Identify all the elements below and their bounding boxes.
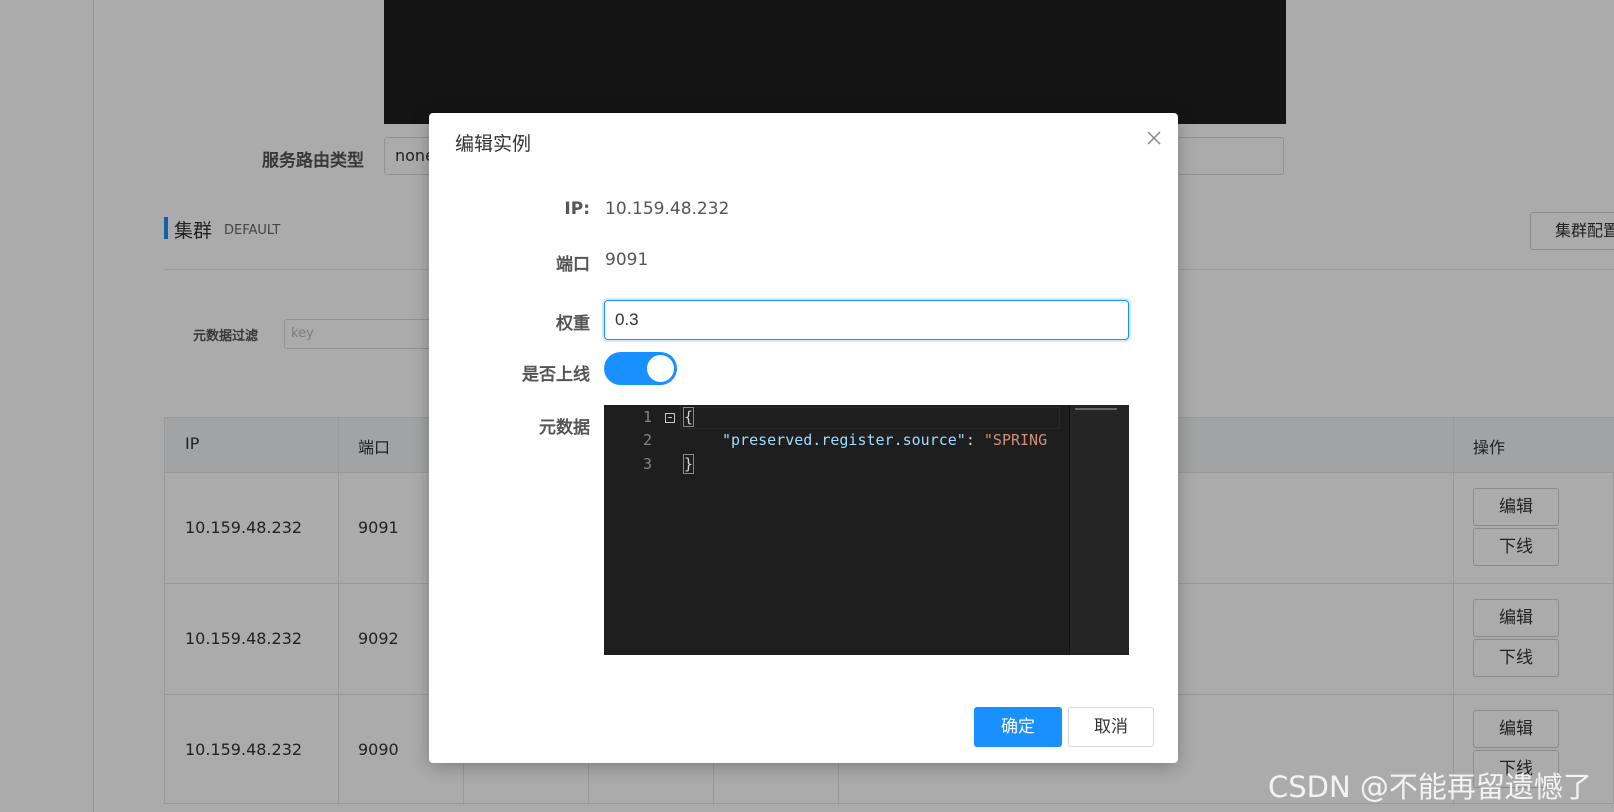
- metadata-label: 元数据: [539, 418, 590, 438]
- close-brace: }: [682, 454, 695, 474]
- minimap-line: [1075, 408, 1117, 410]
- dialog-title: 编辑实例: [455, 133, 532, 155]
- cancel-button[interactable]: 取消: [1068, 707, 1154, 747]
- editor-minimap[interactable]: [1069, 405, 1129, 655]
- port-value: 9091: [605, 250, 649, 270]
- line-number: 1: [642, 408, 652, 426]
- code-line-2: "preserved.register.source": "SPRING: [722, 431, 1047, 449]
- online-label: 是否上线: [522, 365, 590, 385]
- line-number: 3: [642, 455, 652, 473]
- open-brace: {: [682, 407, 695, 427]
- ip-label: IP:: [564, 199, 590, 219]
- current-line-highlight: [680, 407, 1060, 429]
- close-icon[interactable]: [1145, 129, 1163, 147]
- csdn-watermark: CSDN @不能再留遗憾了: [1268, 770, 1592, 804]
- metadata-json-editor[interactable]: 1 2 3 { "preserved.register.source": "SP…: [604, 405, 1129, 655]
- toggle-knob: [647, 355, 674, 382]
- code-line-1: {: [682, 407, 695, 427]
- json-separator: :: [965, 431, 984, 449]
- online-toggle[interactable]: [604, 352, 677, 385]
- ip-value: 10.159.48.232: [605, 199, 730, 219]
- fold-icon[interactable]: [665, 413, 675, 423]
- weight-input[interactable]: [604, 300, 1129, 340]
- edit-instance-dialog: 编辑实例 IP: 10.159.48.232 端口 9091 权重 是否上线 元…: [429, 113, 1178, 763]
- confirm-button[interactable]: 确定: [974, 707, 1062, 747]
- code-line-3: }: [682, 454, 695, 474]
- port-label: 端口: [556, 255, 590, 275]
- weight-label: 权重: [556, 314, 590, 334]
- line-number: 2: [642, 431, 652, 449]
- json-value: "SPRING: [983, 431, 1048, 449]
- json-key: "preserved.register.source": [722, 431, 966, 449]
